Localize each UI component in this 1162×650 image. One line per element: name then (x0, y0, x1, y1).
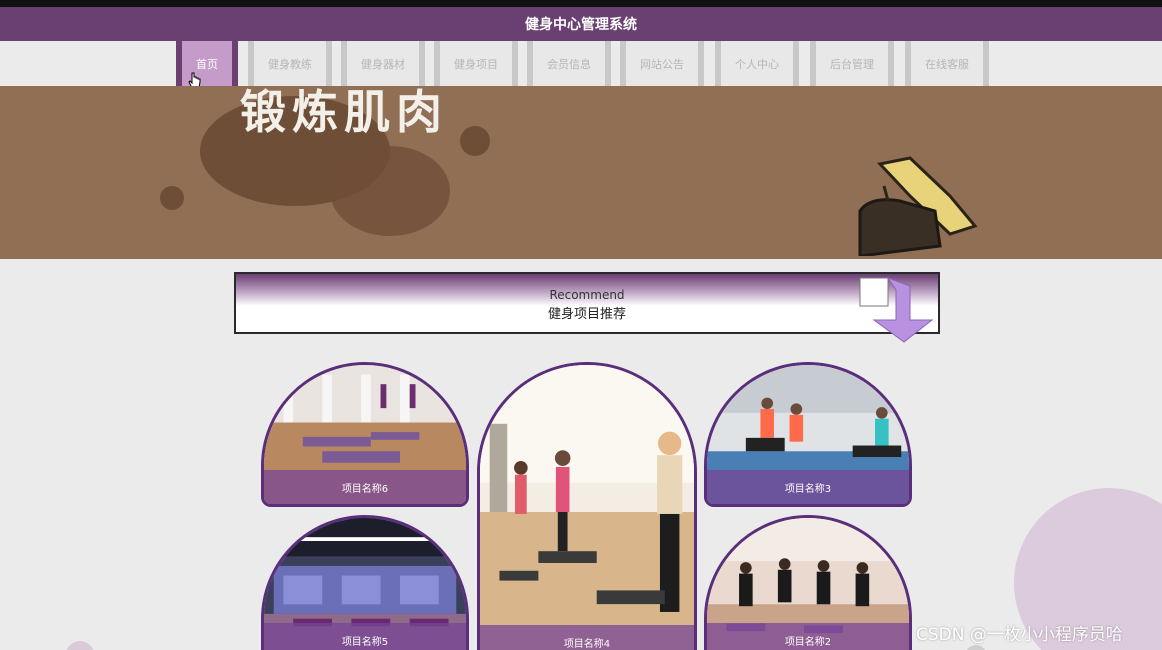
decorative-circle-small (66, 641, 94, 650)
project-card-2[interactable]: 项目名称2 (704, 515, 912, 650)
down-arrow-icon (859, 277, 934, 343)
project-label: 项目名称6 (264, 470, 466, 504)
recommend-title-en: Recommend (549, 288, 625, 302)
nav-item-coaches[interactable]: 健身教练 (248, 41, 332, 86)
project-label: 项目名称4 (480, 625, 694, 650)
project-card-3[interactable]: 项目名称3 (704, 362, 912, 507)
window-top-strip (0, 0, 1162, 7)
main-nav: 首页 健身教练 健身器材 健身项目 会员信息 网站公告 个人中心 后台管理 在线… (0, 41, 1162, 86)
site-title: 健身中心管理系统 (525, 17, 637, 33)
project-label: 项目名称3 (707, 470, 909, 504)
ink-splat (460, 126, 490, 156)
nav-item-support[interactable]: 在线客服 (905, 41, 989, 86)
nav-item-profile[interactable]: 个人中心 (715, 41, 799, 86)
nav-item-equipment[interactable]: 健身器材 (341, 41, 425, 86)
project-label: 项目名称5 (264, 623, 466, 650)
nav-item-announcements[interactable]: 网站公告 (620, 41, 704, 86)
nav-item-projects[interactable]: 健身项目 (434, 41, 518, 86)
recommend-section-header: Recommend 健身项目推荐 (234, 272, 940, 334)
nav-item-home[interactable]: 首页 (176, 41, 238, 86)
hero-banner: 锻炼肌肉 (0, 86, 1162, 259)
ink-splat (160, 186, 184, 210)
decorative-circle-small (965, 645, 987, 650)
nav-item-members[interactable]: 会员信息 (527, 41, 611, 86)
cartoon-fist-icon (858, 156, 978, 256)
ink-splat (330, 146, 450, 236)
banner-slogan: 锻炼肌肉 (240, 86, 448, 139)
project-card-5[interactable]: 项目名称5 (261, 515, 469, 650)
nav-item-admin[interactable]: 后台管理 (810, 41, 894, 86)
project-label: 项目名称2 (707, 623, 909, 650)
project-card-6[interactable]: 项目名称6 (261, 362, 469, 507)
site-header: 健身中心管理系统 (0, 7, 1162, 41)
project-photo (480, 365, 694, 650)
watermark-text: CSDN @一枚小小程序员哈 (916, 625, 1123, 645)
recommend-title-cn: 健身项目推荐 (547, 307, 626, 322)
project-card-4[interactable]: 项目名称4 (477, 362, 697, 650)
